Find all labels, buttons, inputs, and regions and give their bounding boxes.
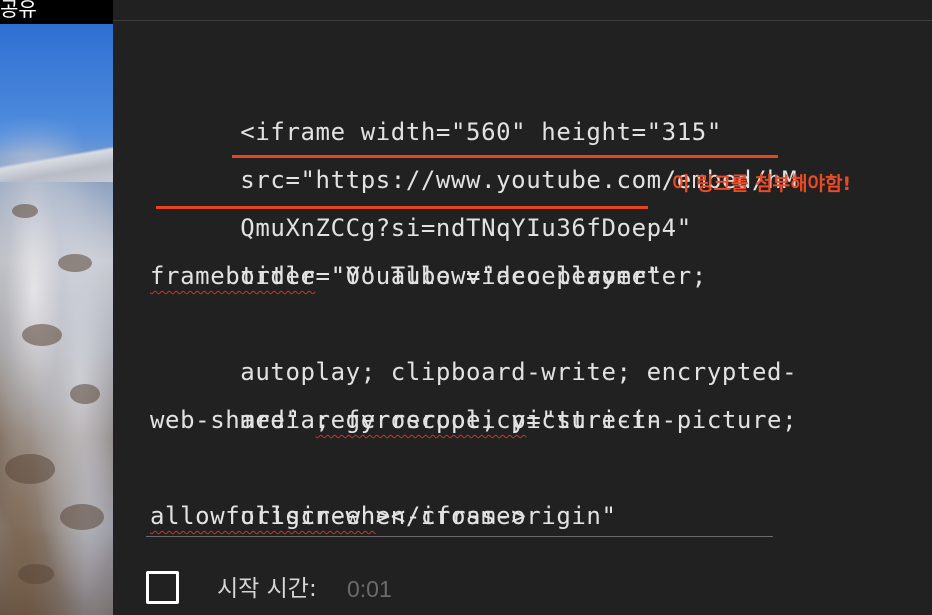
code-line: web-share" referrerpolicy="strict- — [150, 396, 790, 444]
annotation-underline-url-2 — [156, 206, 648, 209]
video-preview-panel: 공유 — [0, 0, 113, 615]
thumbnail-shrub — [12, 204, 38, 218]
spellcheck-word: referrerpolicy — [315, 406, 527, 434]
thumbnail-shrub — [5, 454, 55, 484]
code-text: ="strict- — [526, 406, 662, 434]
code-line: media; gyroscope; picture-in-picture; — [150, 348, 796, 434]
thumbnail-shrub — [58, 254, 92, 272]
share-embed-dialog: 공유 <iframe width="560" height="315" src=… — [0, 0, 932, 615]
start-time-label: 시작 시간: — [217, 576, 317, 602]
annotation-underline-url-1 — [232, 155, 778, 158]
spellcheck-word: frameborder — [150, 262, 316, 290]
code-text: web-share" — [150, 406, 316, 434]
code-line: origin-when-cross-origin" — [150, 444, 790, 530]
thumbnail-snow-ridge — [0, 142, 113, 182]
embed-code-textarea[interactable]: <iframe width="560" height="315" src="ht… — [150, 60, 797, 540]
code-line: <iframe width="560" height="315" — [150, 60, 790, 146]
header-divider — [113, 20, 932, 21]
thumbnail-sky — [0, 24, 113, 154]
code-line: frameborder="0" allow="accelerometer; — [150, 252, 790, 300]
thumbnail-shrub — [70, 384, 100, 404]
video-thumbnail — [0, 24, 113, 615]
start-time-checkbox[interactable] — [146, 571, 179, 604]
spellcheck-word: allowfullscreen — [150, 502, 376, 530]
textarea-bottom-border — [146, 536, 773, 537]
thumbnail-shrub — [22, 324, 62, 346]
share-title: 공유 — [0, 0, 37, 21]
thumbnail-shrub — [18, 564, 54, 584]
code-line: allowfullscreen></iframe> — [150, 492, 790, 540]
start-time-input[interactable]: 0:01 — [347, 573, 392, 605]
code-text: ="0" allow="accelerometer; — [315, 262, 707, 290]
code-text: ></iframe> — [375, 502, 527, 530]
code-line: autoplay; clipboard-write; encrypted- — [150, 300, 796, 386]
code-line: title="YouTube video player" — [150, 204, 790, 290]
thumbnail-shrub — [60, 504, 104, 530]
annotation-note: 이 링크를 첨부해야함! — [672, 173, 852, 195]
code-line: src="https://www.youtube.com/embed/hM — [150, 108, 796, 194]
